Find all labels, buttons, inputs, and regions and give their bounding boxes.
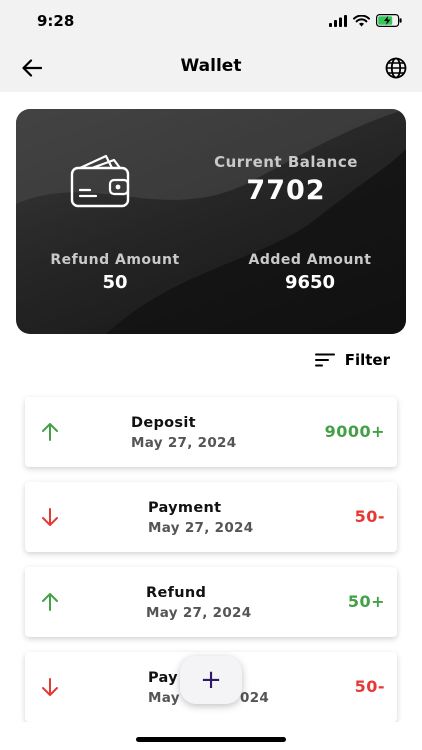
transaction-title: Refund (146, 585, 207, 601)
status-bar: 9:28 (0, 0, 422, 44)
battery-charging-icon (376, 14, 402, 27)
card-wave-decoration (16, 109, 406, 334)
transaction-date: May 27, 2024 (146, 605, 252, 621)
plus-icon: + (200, 665, 222, 695)
transaction-row[interactable]: Refund May 27, 2024 50+ (25, 567, 397, 637)
transaction-amount: 50- (354, 507, 385, 526)
wifi-icon (353, 14, 370, 26)
arrow-up-icon (42, 593, 58, 611)
status-time: 9:28 (37, 12, 75, 30)
transaction-row[interactable]: Payment May 27, 2024 50- (25, 482, 397, 552)
status-icons (329, 14, 402, 27)
balance-card: Current Balance 7702 Refund Amount 50 Ad… (16, 109, 406, 334)
arrow-down-icon (42, 678, 58, 696)
refund-amount-label: Refund Amount (50, 252, 180, 268)
current-balance-label: Current Balance (214, 153, 358, 171)
filter-icon (314, 353, 335, 367)
refund-amount-value: 50 (102, 272, 128, 293)
added-amount-label: Added Amount (248, 252, 372, 268)
page-title: Wallet (180, 56, 242, 76)
filter-button[interactable]: Filter (314, 351, 390, 369)
transaction-amount: 50+ (347, 592, 385, 611)
signal-icon (329, 14, 347, 27)
transaction-title: Deposit (131, 415, 196, 431)
transaction-row[interactable]: Deposit May 27, 2024 9000+ (25, 397, 397, 467)
transaction-date: May (148, 690, 180, 706)
arrow-up-icon (42, 423, 58, 441)
globe-icon (385, 57, 407, 79)
nav-bar: Wallet (0, 44, 422, 92)
arrow-down-icon (42, 508, 58, 526)
add-button[interactable]: + (180, 656, 242, 704)
language-button[interactable] (382, 54, 410, 82)
transaction-title: Payment (148, 500, 222, 516)
filter-label: Filter (344, 351, 390, 369)
transaction-title: Pay (148, 670, 178, 686)
transaction-amount: 9000+ (324, 422, 385, 441)
current-balance-value: 7702 (246, 175, 326, 206)
transaction-date: May 27, 2024 (131, 435, 237, 451)
wallet-icon (70, 154, 130, 208)
transaction-amount: 50- (354, 677, 385, 696)
transaction-date-tail: 024 (240, 690, 270, 706)
added-amount-value: 9650 (284, 272, 336, 293)
home-indicator (136, 737, 286, 742)
transaction-date: May 27, 2024 (148, 520, 254, 536)
bottom-area (0, 722, 422, 750)
